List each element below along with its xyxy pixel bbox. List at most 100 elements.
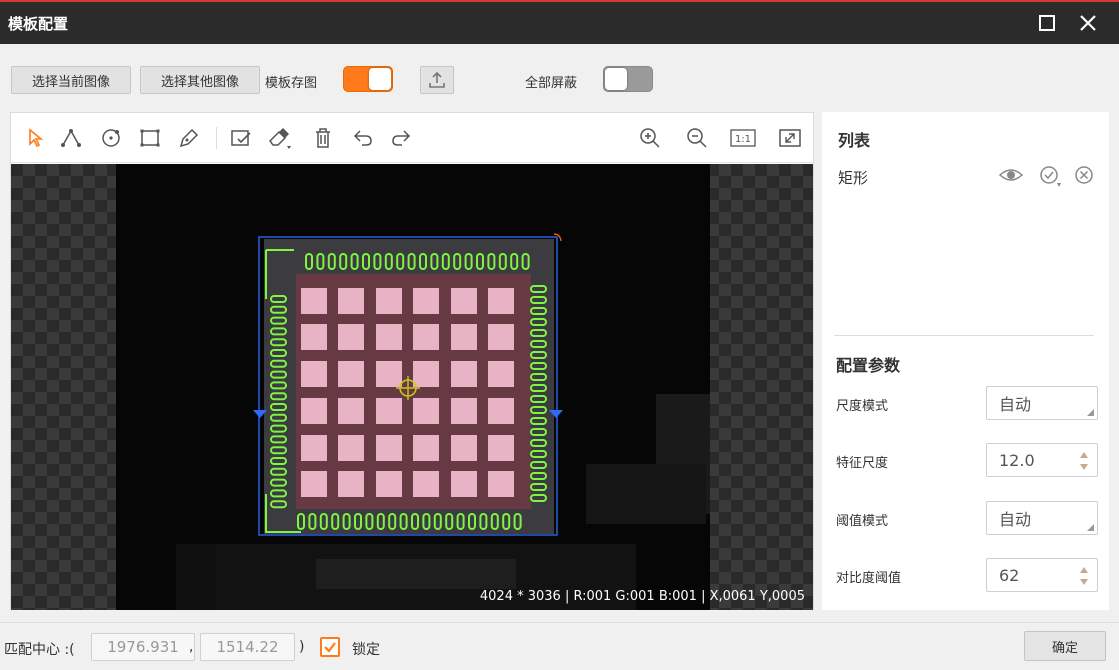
chip-pad — [338, 398, 364, 424]
remove-circle-icon[interactable] — [1073, 164, 1095, 186]
chip-pad — [451, 324, 477, 350]
zoom-in-icon[interactable] — [638, 126, 662, 150]
redo-icon[interactable] — [389, 126, 413, 150]
check-circle-icon[interactable] — [1038, 164, 1061, 187]
contrast-threshold-value: 62 — [999, 565, 1020, 585]
panel-divider — [834, 335, 1094, 336]
chip-pad — [488, 398, 514, 424]
save-template-label: 模板存图 — [265, 76, 318, 91]
upload-icon — [429, 71, 445, 88]
chip-pad — [376, 435, 402, 461]
chip-pad — [488, 435, 514, 461]
center-x-field[interactable]: 1976.931 — [91, 633, 195, 661]
chip-pad — [301, 324, 327, 350]
mask-edit-icon[interactable] — [229, 126, 253, 150]
chip-pad — [338, 471, 364, 497]
chip-pad — [488, 471, 514, 497]
lock-checkbox[interactable] — [320, 637, 340, 657]
chip-pad — [301, 471, 327, 497]
image-viewport[interactable]: 4024 * 3036 | R:001 G:001 B:001 | X,0061… — [11, 164, 813, 610]
canvas-panel: 1:1 4024 * 3036 | R:001 G:001 B:001 | X,… — [10, 112, 814, 610]
threshold-mode-value: 自动 — [999, 510, 1032, 529]
actual-size-icon[interactable]: 1:1 — [730, 126, 756, 150]
contrast-threshold-label: 对比度阈值 — [836, 571, 902, 586]
scale-mode-select[interactable]: 自动 — [986, 386, 1098, 420]
chip-pad — [413, 471, 439, 497]
confirm-button[interactable]: 确定 — [1024, 631, 1106, 661]
chip-pad — [338, 361, 364, 387]
chip-pad — [301, 361, 327, 387]
zoom-out-icon[interactable] — [685, 126, 709, 150]
checkmark-icon — [324, 642, 336, 653]
select-other-image-button[interactable]: 选择其他图像 — [140, 66, 260, 94]
select-current-image-button[interactable]: 选择当前图像 — [11, 66, 131, 94]
config-params-title: 配置参数 — [836, 356, 901, 375]
feature-scale-value: 12.0 — [999, 450, 1035, 470]
scale-mode-value: 自动 — [999, 395, 1032, 414]
eraser-icon[interactable] — [267, 126, 291, 150]
chip-image-overlay — [176, 233, 710, 610]
threshold-mode-label: 阈值模式 — [836, 514, 889, 529]
trash-icon[interactable] — [311, 126, 335, 150]
bottom-bar: 匹配中心 :( 1976.931 , 1514.22 ) 锁定 确定 — [0, 622, 1119, 670]
chip-pad — [301, 435, 327, 461]
polygon-icon[interactable] — [59, 126, 83, 150]
chip-pad — [413, 398, 439, 424]
inspection-image[interactable] — [116, 164, 710, 610]
chip-pad — [488, 324, 514, 350]
scale-mode-label: 尺度模式 — [836, 399, 889, 414]
chip-pad — [338, 324, 364, 350]
feature-scale-label: 特征尺度 — [836, 456, 889, 471]
lock-label: 锁定 — [352, 642, 380, 658]
chip-pad — [338, 435, 364, 461]
chip-pad — [451, 361, 477, 387]
title-bar: 模板配置 — [0, 0, 1119, 44]
match-center-label: 匹配中心 :( — [4, 642, 75, 658]
threshold-mode-select[interactable]: 自动 — [986, 501, 1098, 535]
canvas-toolbar: 1:1 — [11, 113, 813, 163]
image-status-bar: 4024 * 3036 | R:001 G:001 B:001 | X,0061… — [479, 589, 805, 604]
right-panel: 列表 矩形 配置参数 尺度模式 自动 特征尺度 12.0 阈值模式 自动 对比度… — [822, 112, 1109, 610]
pen-icon[interactable] — [177, 126, 201, 150]
rectangle-icon[interactable] — [138, 126, 162, 150]
chip-pad — [338, 288, 364, 314]
chip-pad — [413, 361, 439, 387]
window-title: 模板配置 — [8, 15, 69, 33]
save-template-toggle[interactable] — [343, 66, 393, 92]
chip-pad — [376, 288, 402, 314]
chip-pad — [301, 288, 327, 314]
list-title: 列表 — [838, 131, 871, 150]
chip-pad — [451, 435, 477, 461]
close-icon[interactable] — [1076, 11, 1100, 35]
chip-pad — [451, 471, 477, 497]
chip-pad — [376, 361, 402, 387]
eye-icon[interactable] — [998, 164, 1024, 186]
spin-arrows-icon[interactable] — [1079, 450, 1089, 472]
mask-all-label: 全部屏蔽 — [525, 76, 578, 91]
chip-pad — [413, 324, 439, 350]
dropdown-corner-icon — [1087, 524, 1094, 531]
spin-arrows-icon[interactable] — [1079, 565, 1089, 587]
chip-pad — [413, 435, 439, 461]
chip-pad — [488, 288, 514, 314]
feature-scale-spinbox[interactable]: 12.0 — [986, 443, 1098, 477]
select-arrow-icon[interactable] — [23, 126, 47, 150]
coord-separator: , — [189, 639, 194, 655]
svg-text:1:1: 1:1 — [735, 134, 751, 145]
chip-pad — [413, 288, 439, 314]
chip-pad — [376, 471, 402, 497]
maximize-icon[interactable] — [1035, 11, 1059, 35]
top-toolbar: 选择当前图像 选择其他图像 模板存图 全部屏蔽 — [0, 44, 1119, 112]
contrast-threshold-spinbox[interactable]: 62 — [986, 558, 1098, 592]
fit-window-icon[interactable] — [778, 126, 802, 150]
list-item[interactable]: 矩形 — [838, 167, 868, 188]
coord-close-paren: ) — [299, 639, 305, 655]
upload-button[interactable] — [420, 66, 454, 94]
dropdown-corner-icon — [1087, 409, 1094, 416]
chip-pad — [376, 398, 402, 424]
mask-all-toggle[interactable] — [603, 66, 653, 92]
chip-pad — [488, 361, 514, 387]
undo-icon[interactable] — [351, 126, 375, 150]
center-y-field[interactable]: 1514.22 — [200, 633, 295, 661]
circle-icon[interactable] — [99, 126, 123, 150]
